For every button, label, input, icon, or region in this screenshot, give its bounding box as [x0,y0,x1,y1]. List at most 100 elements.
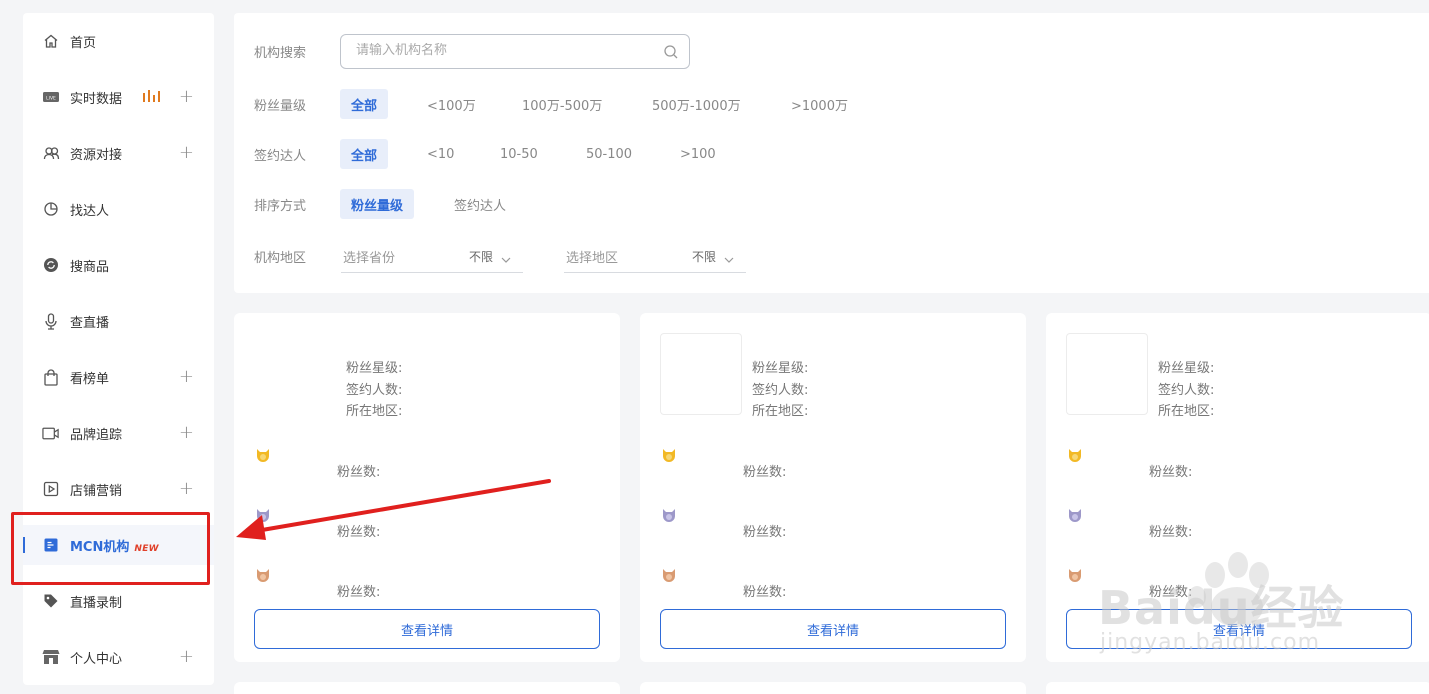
fans-count-field: 粉丝数: [743,585,787,600]
sidebar-item-live-recording[interactable]: 直播录制 [23,581,214,621]
mcn-avatar [1066,333,1148,415]
silver-medal-icon [1066,507,1084,525]
fans-count-field: 粉丝数: [337,465,381,480]
sidebar-item-mcn[interactable]: MCN机构 NEW [23,525,214,565]
mcn-card: 粉丝星级: 签约人数: 所在地区: 粉丝数: 粉丝数: 粉丝数: 查看详情 [234,313,620,662]
sidebar-item-label: 搜商品 [70,259,110,275]
shopping-bag-icon [42,368,60,386]
sidebar-item-realtime-data[interactable]: LIVE 实时数据 + [23,77,214,117]
sidebar-item-personal-center[interactable]: 个人中心 + [23,637,214,677]
fans-count-field: 粉丝数: [1149,525,1193,540]
fans-count-field: 粉丝数: [337,585,381,600]
expand-icon[interactable]: + [179,88,194,106]
province-select[interactable]: 选择省份 不限 [341,241,523,273]
signed-row: 签约达人 全部 <10 10-50 50-100 >100 [234,139,1429,169]
view-details-button[interactable]: 查看详情 [1066,609,1412,649]
sidebar-item-label: 查直播 [70,315,110,331]
region-field: 所在地区: [346,404,403,419]
sidebar-item-label: 品牌追踪 [70,427,123,443]
region-field: 所在地区: [752,404,809,419]
sidebar: 首页 LIVE 实时数据 + 资源对接 + 找达人 搜商品 查直播 看榜单 + … [23,13,214,685]
expand-icon[interactable]: + [179,648,194,666]
gold-medal-icon [660,447,678,465]
sort-option-signed[interactable]: 签约达人 [443,189,517,219]
signed-option-50-100[interactable]: 50-100 [575,139,643,169]
fans-count-field: 粉丝数: [337,525,381,540]
sidebar-item-home[interactable]: 首页 [23,21,214,61]
sidebar-item-label: 资源对接 [70,147,123,163]
fans-level-option-500-1000w[interactable]: 500万-1000万 [641,89,752,119]
area-value: 不限 [692,250,717,264]
fans-level-option-all[interactable]: 全部 [340,89,389,119]
search-input[interactable] [356,43,656,58]
document-list-icon [42,536,60,554]
users-icon [42,144,60,162]
view-details-button[interactable]: 查看详情 [254,609,600,649]
sidebar-item-shop-marketing[interactable]: 店铺营销 + [23,469,214,509]
expand-icon[interactable]: + [179,480,194,498]
sidebar-item-label: 直播录制 [70,595,123,611]
gold-medal-icon [254,447,272,465]
expand-icon[interactable]: + [179,144,194,162]
sort-option-fans-level[interactable]: 粉丝量级 [340,189,415,219]
silver-medal-icon [254,507,272,525]
fans-level-option-lt100w[interactable]: <100万 [416,89,487,119]
pie-chart-icon [42,200,60,218]
signed-option-all[interactable]: 全部 [340,139,389,169]
sidebar-item-resource[interactable]: 资源对接 + [23,133,214,173]
sidebar-item-rankings[interactable]: 看榜单 + [23,357,214,397]
mcn-card-partial [640,682,1026,694]
bronze-medal-icon [660,567,678,585]
signed-count-field: 签约人数: [1158,383,1215,398]
signed-label: 签约达人 [254,148,307,164]
search-icon[interactable] [663,44,679,60]
sidebar-item-label: 看榜单 [70,371,110,387]
province-placeholder: 选择省份 [343,251,396,266]
sort-row: 排序方式 粉丝量级 签约达人 [234,189,1429,219]
chevron-down-icon [500,251,512,263]
sidebar-item-brand-tracking[interactable]: 品牌追踪 + [23,413,214,453]
sidebar-item-label: 实时数据 [70,91,123,107]
microphone-icon [42,312,60,330]
fans-count-field: 粉丝数: [743,465,787,480]
region-label: 机构地区 [254,250,307,266]
expand-icon[interactable]: + [179,368,194,386]
tag-icon [42,592,60,610]
signed-option-10-50[interactable]: 10-50 [489,139,549,169]
sidebar-item-find-talent[interactable]: 找达人 [23,189,214,229]
view-details-button[interactable]: 查看详情 [660,609,1006,649]
silver-medal-icon [660,507,678,525]
sort-label: 排序方式 [254,198,307,214]
fans-level-field: 粉丝星级: [1158,361,1215,376]
fans-level-option-gt1000w[interactable]: >1000万 [780,89,859,119]
gold-medal-icon [1066,447,1084,465]
store-icon [42,648,60,666]
sidebar-item-search-product[interactable]: 搜商品 [23,245,214,285]
svg-text:LIVE: LIVE [46,96,56,102]
expand-icon[interactable]: + [179,424,194,442]
chevron-down-icon [723,251,735,263]
play-square-icon [42,480,60,498]
signed-option-gt100[interactable]: >100 [669,139,727,169]
sidebar-item-live-check[interactable]: 查直播 [23,301,214,341]
sidebar-item-label: 首页 [70,35,97,51]
mcn-card-partial [234,682,620,694]
filter-panel: 机构搜索 粉丝量级 全部 <100万 100万-500万 500万-1000万 … [234,13,1429,293]
mcn-label-text: MCN机构 [70,539,130,555]
search-box[interactable] [340,34,690,69]
sidebar-item-label: 找达人 [70,203,110,219]
region-field: 所在地区: [1158,404,1215,419]
bronze-medal-icon [1066,567,1084,585]
area-select[interactable]: 选择地区 不限 [564,241,746,273]
home-icon [42,32,60,50]
fans-count-field: 粉丝数: [743,525,787,540]
signed-option-lt10[interactable]: <10 [416,139,465,169]
mcn-avatar [660,333,742,415]
fans-level-option-100-500w[interactable]: 100万-500万 [511,89,613,119]
signed-count-field: 签约人数: [346,383,403,398]
sidebar-item-label: 店铺营销 [70,483,123,499]
bronze-medal-icon [254,567,272,585]
refresh-circle-icon [42,256,60,274]
video-camera-icon [42,424,60,442]
signed-count-field: 签约人数: [752,383,809,398]
